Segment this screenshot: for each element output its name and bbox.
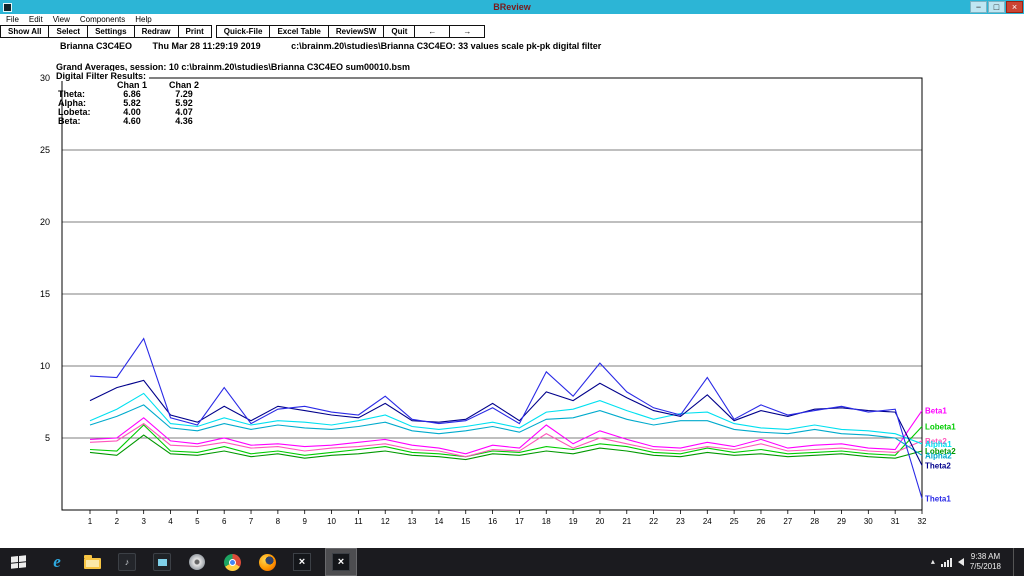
- session-header: Brianna C3C4EO Thu Mar 28 11:29:19 2019 …: [60, 41, 601, 51]
- session-info: c:\brainm.20\studies\Brianna C3C4EO: 33 …: [291, 41, 601, 51]
- file-explorer-icon[interactable]: [81, 550, 103, 574]
- x-tick-label-19: 19: [569, 517, 578, 526]
- system-tray: ▴ 9:38 AM 7/5/2018: [931, 548, 1024, 576]
- active-app-breview[interactable]: ×: [326, 549, 356, 575]
- x-tick-label-15: 15: [461, 517, 470, 526]
- x-tick-label-32: 32: [918, 517, 927, 526]
- series-theta1: [90, 339, 922, 499]
- y-tick-label-30: 30: [40, 73, 50, 83]
- x-tick-label-23: 23: [676, 517, 685, 526]
- x-tick-label-29: 29: [837, 517, 846, 526]
- taskbar: e ♪ × × ▴ 9:38 AM 7/5/2018: [0, 548, 1024, 576]
- x-tick-label-2: 2: [115, 517, 120, 526]
- x-tick-label-31: 31: [891, 517, 900, 526]
- x-tick-label-6: 6: [222, 517, 227, 526]
- x-tick-label-27: 27: [783, 517, 792, 526]
- legend-alpha1: Alpha1: [925, 440, 952, 449]
- dfr-value-chan1: 4.60: [108, 117, 156, 126]
- disc-burner-icon[interactable]: [186, 550, 208, 574]
- x-tick-label-25: 25: [730, 517, 739, 526]
- x-tick-label-21: 21: [622, 517, 631, 526]
- clock-date: 7/5/2018: [970, 562, 1001, 572]
- x-tick-label-12: 12: [381, 517, 390, 526]
- breview-icon[interactable]: ×: [330, 550, 352, 574]
- internet-explorer-icon[interactable]: e: [46, 550, 68, 574]
- x-tick-label-3: 3: [141, 517, 146, 526]
- y-tick-label-5: 5: [45, 433, 50, 443]
- media-player-icon[interactable]: ♪: [116, 550, 138, 574]
- x-tick-label-5: 5: [195, 517, 200, 526]
- show-hidden-icons-icon[interactable]: ▴: [931, 558, 935, 566]
- x-tick-label-14: 14: [434, 517, 443, 526]
- x-tick-label-28: 28: [810, 517, 819, 526]
- firefox-icon[interactable]: [256, 550, 278, 574]
- dfr-row-label: Beta:: [58, 117, 108, 126]
- network-icon[interactable]: [941, 558, 952, 567]
- x-tick-label-9: 9: [302, 517, 307, 526]
- x-tick-label-10: 10: [327, 517, 336, 526]
- chrome-icon[interactable]: [221, 550, 243, 574]
- x-tick-label-20: 20: [595, 517, 604, 526]
- start-button[interactable]: [0, 548, 36, 576]
- x-tick-label-30: 30: [864, 517, 873, 526]
- y-tick-label-20: 20: [40, 217, 50, 227]
- y-tick-label-15: 15: [40, 289, 50, 299]
- taskbar-clock[interactable]: 9:38 AM 7/5/2018: [970, 552, 1001, 572]
- legend-theta1: Theta1: [925, 494, 951, 503]
- legend-lobeta1: Lobeta1: [925, 422, 956, 431]
- x-tick-label-13: 13: [408, 517, 417, 526]
- taskbar-icons: e ♪ × ×: [46, 549, 356, 575]
- windows-logo-icon: [11, 555, 26, 569]
- digital-filter-results: Chan 1Chan 2Theta:6.867.29Alpha:5.825.92…: [58, 81, 212, 126]
- y-tick-label-25: 25: [40, 145, 50, 155]
- x-tick-label-16: 16: [488, 517, 497, 526]
- breview-icon[interactable]: ×: [291, 550, 313, 574]
- volume-icon[interactable]: [958, 558, 964, 566]
- legend-alpha2: Alpha2: [925, 451, 952, 460]
- x-tick-label-26: 26: [757, 517, 766, 526]
- x-tick-label-1: 1: [88, 517, 93, 526]
- dfr-value-chan2: 4.36: [156, 117, 212, 126]
- x-tick-label-17: 17: [515, 517, 524, 526]
- breview-window: BReview − □ × FileEditViewComponentsHelp…: [0, 0, 1024, 576]
- y-tick-label-10: 10: [40, 361, 50, 371]
- x-tick-label-22: 22: [649, 517, 658, 526]
- x-tick-label-18: 18: [542, 517, 551, 526]
- x-tick-label-8: 8: [276, 517, 281, 526]
- x-tick-label-4: 4: [168, 517, 173, 526]
- x-tick-label-11: 11: [354, 517, 363, 526]
- legend-theta2: Theta2: [925, 461, 951, 470]
- show-desktop-button[interactable]: [1013, 548, 1018, 576]
- dfr-row-beta: Beta:4.604.36: [58, 117, 212, 126]
- patient-name: Brianna C3C4EO: [60, 41, 132, 51]
- session-datetime: Thu Mar 28 11:29:19 2019: [153, 41, 261, 51]
- photo-viewer-icon[interactable]: [151, 550, 173, 574]
- x-tick-label-7: 7: [249, 517, 254, 526]
- legend-beta1: Beta1: [925, 407, 947, 416]
- x-tick-label-24: 24: [703, 517, 712, 526]
- clock-time: 9:38 AM: [970, 552, 1001, 562]
